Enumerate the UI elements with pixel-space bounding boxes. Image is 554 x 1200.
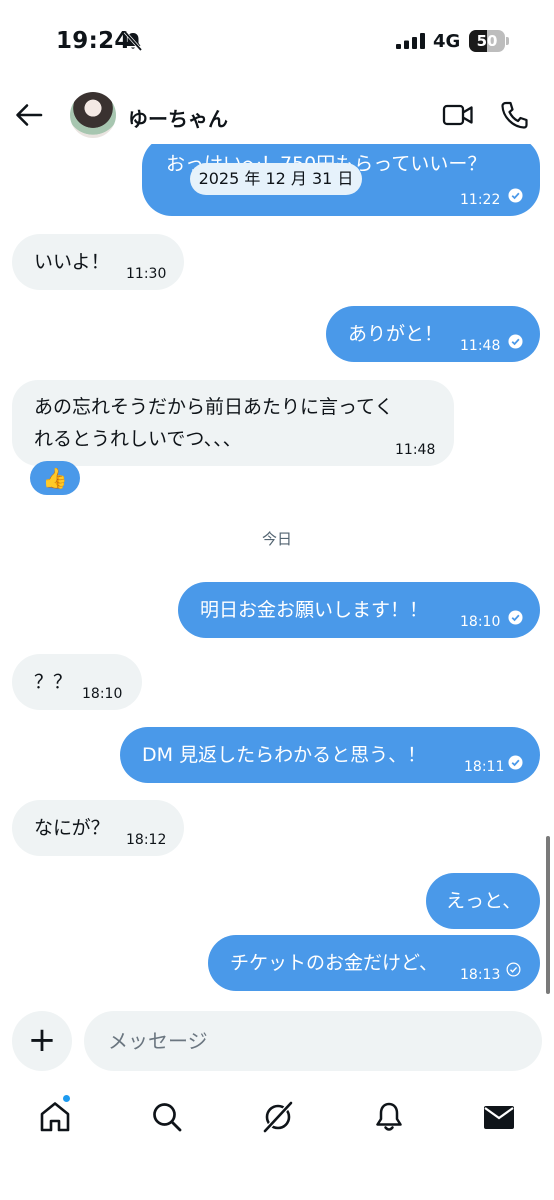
phone-call-icon[interactable]	[500, 100, 528, 130]
messages-icon[interactable]	[482, 1100, 516, 1134]
read-check-icon	[508, 610, 523, 625]
message-bubble-in[interactable]: ？？ 18:10	[12, 654, 142, 710]
sent-check-icon	[506, 962, 521, 977]
today-separator: 今日	[261, 530, 292, 548]
conversation-header: ゆーちゃん	[0, 84, 554, 144]
video-call-icon[interactable]	[442, 101, 474, 129]
message-text: ありがと！	[348, 323, 444, 345]
message-text-line: あの忘れそうだから前日あたりに言ってく	[34, 396, 394, 418]
date-separator: 2025 年 12 月 31 日	[190, 163, 362, 195]
message-text: えっと、	[446, 890, 522, 912]
message-list[interactable]: おっけい〜！750円もらっていいー？ 11:22 2025 年 12 月 31 …	[0, 0, 554, 1000]
reaction-thumbs-up[interactable]: 👍	[30, 461, 80, 495]
message-time: 18:10	[82, 686, 123, 702]
message-text: ？？	[34, 671, 73, 693]
message-bubble-in[interactable]: いいよ！ 11:30	[12, 234, 184, 290]
scrollbar[interactable]	[546, 836, 550, 994]
message-bubble-in[interactable]: なにが？ 18:12	[12, 800, 184, 856]
message-time: 11:48	[395, 442, 436, 458]
message-text: なにが？	[34, 817, 110, 839]
back-arrow-icon[interactable]	[14, 100, 44, 130]
message-composer: +	[0, 1008, 554, 1074]
message-bubble-in[interactable]: あの忘れそうだから前日あたりに言ってく れるとうれしいでつ、、、 11:48	[12, 380, 454, 466]
add-attachment-button[interactable]: +	[12, 1011, 72, 1071]
message-bubble-out[interactable]: えっと、	[426, 873, 540, 929]
message-input[interactable]	[84, 1011, 542, 1071]
message-bubble-out[interactable]: DM 見返したらわかると思う、！ 18:11	[120, 727, 540, 783]
grok-icon[interactable]	[261, 1100, 295, 1134]
message-bubble-out[interactable]: 明日お金お願いします！！ 18:10	[178, 582, 540, 638]
avatar[interactable]	[70, 92, 116, 138]
message-text: いいよ！	[34, 251, 110, 273]
notification-dot	[62, 1094, 71, 1103]
read-check-icon	[508, 188, 523, 203]
message-time: 18:12	[126, 832, 167, 848]
contact-name[interactable]: ゆーちゃん	[128, 103, 228, 132]
message-text: 明日お金お願いします！！	[200, 599, 429, 621]
notifications-icon[interactable]	[372, 1100, 406, 1134]
message-time: 18:10	[460, 614, 501, 630]
search-icon[interactable]	[150, 1100, 184, 1134]
home-icon[interactable]	[38, 1100, 72, 1134]
message-text: チケットのお金だけど、	[230, 952, 439, 974]
message-bubble-out[interactable]: チケットのお金だけど、 18:13	[208, 935, 540, 991]
read-check-icon	[508, 755, 523, 770]
message-text: DM 見返したらわかると思う、！	[142, 744, 427, 766]
message-bubble-out[interactable]: ありがと！ 11:48	[326, 306, 540, 362]
message-text-line: れるとうれしいでつ、、、	[34, 428, 242, 450]
message-time: 18:13	[460, 967, 501, 983]
read-check-icon	[508, 334, 523, 349]
bottom-tab-bar	[0, 1086, 554, 1146]
message-time: 18:11	[464, 759, 505, 775]
message-time: 11:22	[460, 192, 501, 208]
message-time: 11:48	[460, 338, 501, 354]
home-indicator	[0, 1180, 554, 1200]
message-time: 11:30	[126, 266, 167, 282]
